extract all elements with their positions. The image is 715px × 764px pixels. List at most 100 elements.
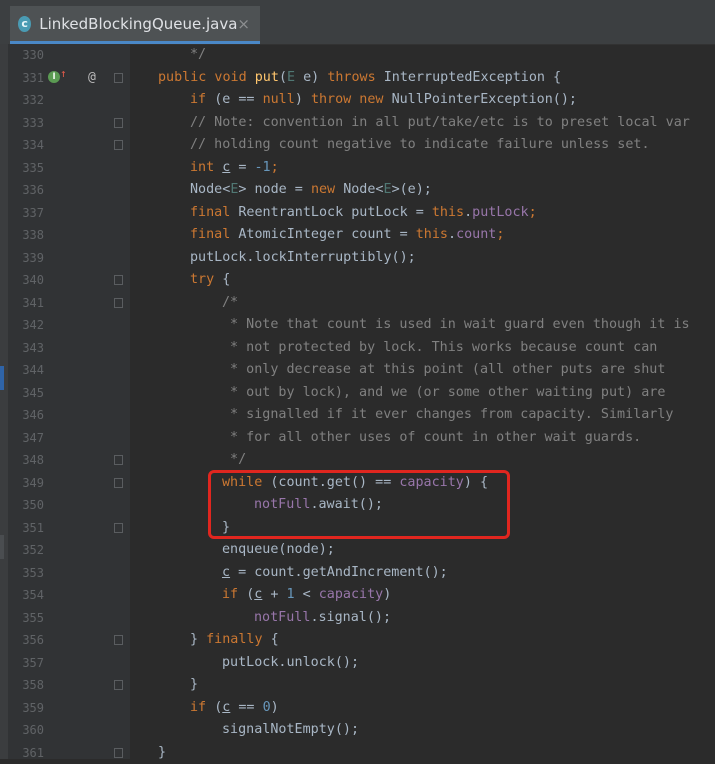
code-line[interactable]: 347 * for all other uses of count in oth… xyxy=(0,427,715,449)
code-text: final AtomicInteger count = this.count; xyxy=(190,224,504,246)
line-number[interactable]: 355 xyxy=(18,607,44,629)
code-line[interactable]: 330 */ xyxy=(0,44,715,66)
fold-marker-icon[interactable] xyxy=(114,680,123,690)
code-token: -1 xyxy=(254,159,271,175)
line-number[interactable]: 345 xyxy=(18,382,44,404)
code-line[interactable]: 346 * signalled if it ever changes from … xyxy=(0,404,715,426)
code-token: throw new xyxy=(310,92,392,107)
line-number[interactable]: 334 xyxy=(18,134,44,156)
line-number[interactable]: 336 xyxy=(18,179,44,201)
code-line[interactable]: 345 * out by lock), and we (or some othe… xyxy=(0,382,715,404)
line-number[interactable]: 348 xyxy=(18,449,44,471)
line-number[interactable]: 332 xyxy=(18,89,44,111)
line-number[interactable]: 357 xyxy=(18,652,44,674)
line-number[interactable]: 361 xyxy=(18,742,44,764)
code-line[interactable]: 353 c = count.getAndIncrement(); xyxy=(0,562,715,584)
code-text: * only decrease at this point (all other… xyxy=(222,359,665,381)
line-number[interactable]: 343 xyxy=(18,337,44,359)
line-number[interactable]: 338 xyxy=(18,224,44,246)
code-line[interactable]: 360 signalNotEmpty(); xyxy=(0,719,715,741)
code-token: this xyxy=(431,204,465,220)
code-line[interactable]: 344 * only decrease at this point (all o… xyxy=(0,359,715,381)
code-line[interactable]: 356 } finally { xyxy=(0,629,715,651)
line-number[interactable]: 330 xyxy=(18,44,44,66)
line-number[interactable]: 360 xyxy=(18,719,44,741)
line-number[interactable]: 331 xyxy=(18,67,44,89)
code-text: } finally { xyxy=(190,629,279,651)
code-token: = xyxy=(230,159,255,175)
code-line[interactable]: 338 final AtomicInteger count = this.coun… xyxy=(0,224,715,246)
implements-method-icon[interactable]: I xyxy=(48,70,60,83)
close-icon[interactable]: × xyxy=(237,15,250,33)
code-token: ) xyxy=(383,587,392,602)
line-number[interactable]: 337 xyxy=(18,202,44,224)
code-token: } xyxy=(190,632,207,647)
code-line[interactable]: 334 // holding count negative to indicate… xyxy=(0,134,715,156)
code-line[interactable]: 361} xyxy=(0,742,715,764)
line-number[interactable]: 353 xyxy=(18,562,44,584)
code-line[interactable]: 337 final ReentrantLock putLock = this.pu… xyxy=(0,202,715,224)
line-number[interactable]: 349 xyxy=(18,472,44,494)
line-number[interactable]: 354 xyxy=(18,584,44,606)
code-token: . xyxy=(448,227,457,242)
line-number[interactable]: 333 xyxy=(18,112,44,134)
code-line[interactable]: 352 enqueue(node); xyxy=(0,539,715,561)
tab-linkedblockingqueue[interactable]: c LinkedBlockingQueue.java × xyxy=(10,6,260,44)
line-number[interactable]: 347 xyxy=(18,427,44,449)
code-line[interactable]: 359 if (c == 0) xyxy=(0,697,715,719)
code-line[interactable]: 354 if (c + 1 < capacity) xyxy=(0,584,715,606)
code-token: 0 xyxy=(262,699,271,715)
code-token: finally xyxy=(206,632,271,647)
fold-marker-icon[interactable] xyxy=(114,747,123,758)
code-line[interactable]: 348 */ xyxy=(0,449,715,471)
fold-marker-icon[interactable] xyxy=(114,117,123,128)
line-number[interactable]: 351 xyxy=(18,517,44,539)
code-line[interactable]: 358} xyxy=(0,674,715,696)
line-number[interactable]: 358 xyxy=(18,674,44,696)
line-number[interactable]: 346 xyxy=(18,404,44,426)
code-token: null xyxy=(262,92,295,107)
line-number[interactable]: 359 xyxy=(18,697,44,719)
code-line[interactable]: 339 putLock.lockInterruptibly(); xyxy=(0,247,715,269)
line-number[interactable]: 350 xyxy=(18,494,44,516)
line-number[interactable]: 335 xyxy=(18,157,44,179)
line-number[interactable]: 340 xyxy=(18,269,44,291)
fold-marker-icon[interactable] xyxy=(114,72,123,83)
code-line[interactable]: 335 int c = -1; xyxy=(0,157,715,179)
code-token: { xyxy=(222,272,231,287)
override-annotation-icon[interactable]: @ xyxy=(88,67,96,89)
line-number[interactable]: 341 xyxy=(18,292,44,314)
line-number[interactable]: 344 xyxy=(18,359,44,381)
code-line[interactable]: 342 * Note that count is used in wait gu… xyxy=(0,314,715,336)
code-line[interactable]: 343 * not protected by lock. This works … xyxy=(0,337,715,359)
code-token: if xyxy=(190,699,215,715)
code-line[interactable]: 341 /* xyxy=(0,292,715,314)
code-token: = count.getAndIncrement(); xyxy=(230,564,448,580)
code-line[interactable]: 331 I ↑ @ public void put(E e) throws Interr… xyxy=(0,67,715,89)
code-text: */ xyxy=(222,449,246,471)
line-number[interactable]: 342 xyxy=(18,314,44,336)
code-line[interactable]: 333 // Note: convention in all put/take/e… xyxy=(0,112,715,134)
code-line[interactable]: 355 notFull.signal(); xyxy=(0,607,715,629)
code-token: put xyxy=(254,69,279,85)
line-number[interactable]: 356 xyxy=(18,629,44,651)
code-token: >(e); xyxy=(391,182,432,197)
code-token: > node = xyxy=(238,182,311,197)
code-text: * for all other uses of count in other w… xyxy=(222,427,641,449)
fold-marker-icon[interactable] xyxy=(114,635,123,645)
fold-marker-icon[interactable] xyxy=(114,140,123,150)
code-token: ( xyxy=(278,69,287,85)
fold-marker-icon[interactable] xyxy=(114,275,123,285)
fold-marker-icon[interactable] xyxy=(114,477,123,488)
code-line[interactable]: 340 try { xyxy=(0,269,715,291)
code-text: * out by lock), and we (or some other wa… xyxy=(222,382,665,404)
line-number[interactable]: 339 xyxy=(18,247,44,269)
line-number[interactable]: 352 xyxy=(18,539,44,561)
fold-marker-icon[interactable] xyxy=(114,297,123,308)
code-line[interactable]: 357 putLock.unlock(); xyxy=(0,652,715,674)
fold-marker-icon[interactable] xyxy=(114,522,123,533)
code-line[interactable]: 336 Node<E> node = new Node<E>(e); xyxy=(0,179,715,201)
code-token: capacity xyxy=(318,587,384,602)
fold-marker-icon[interactable] xyxy=(114,455,123,465)
code-line[interactable]: 332 if (e == null) throw new NullPointerE… xyxy=(0,89,715,111)
